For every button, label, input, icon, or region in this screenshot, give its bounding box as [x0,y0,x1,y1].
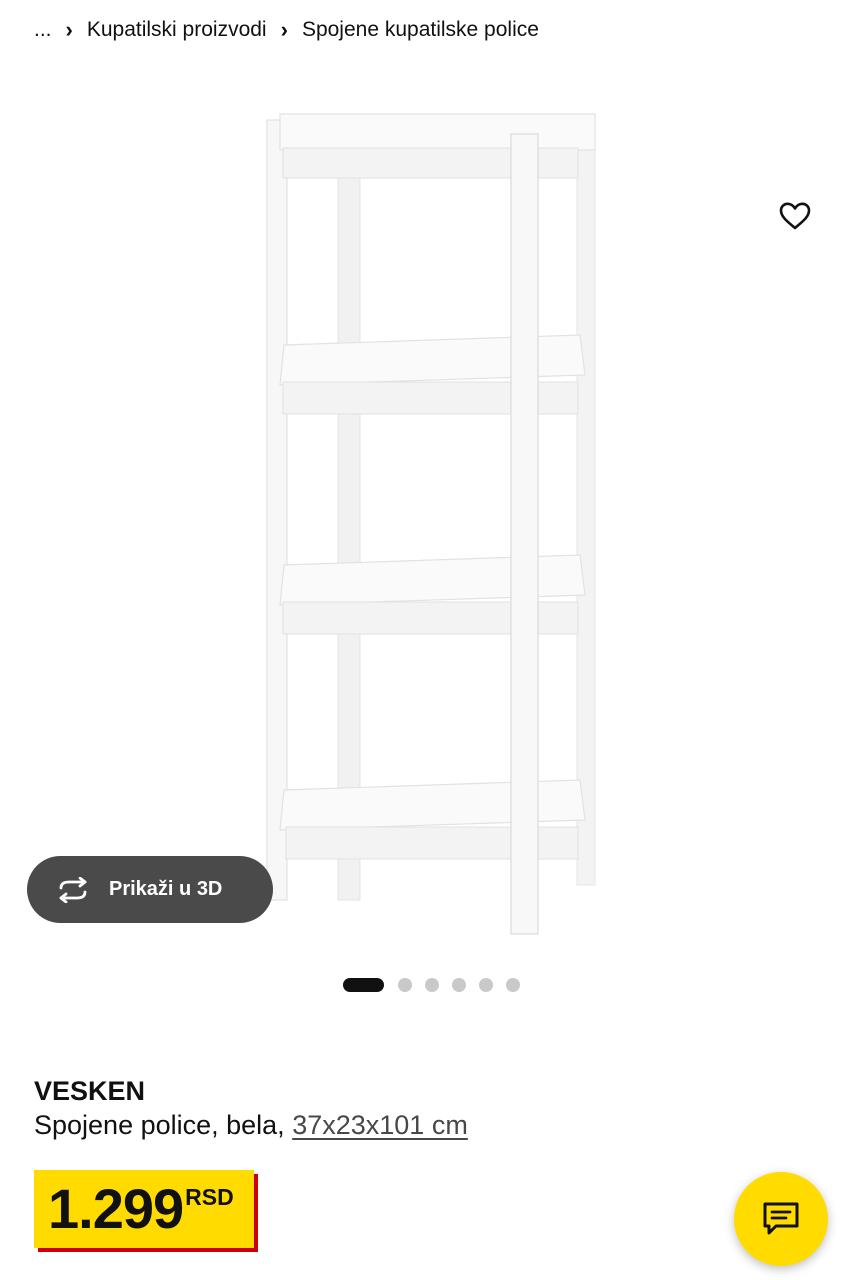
product-name: VESKEN [34,1076,146,1106]
product-dimensions-link[interactable]: 37x23x101 cm [292,1110,468,1140]
gallery-dot[interactable] [452,978,466,992]
breadcrumb-spojene-kupatilske-police[interactable]: Spojene kupatilske police [302,18,539,42]
gallery-dot[interactable] [506,978,520,992]
view-3d-button[interactable]: Prikaži u 3D [27,856,273,923]
product-description: Spojene police, bela, 37x23x101 cm [34,1110,468,1141]
gallery-pagination [343,978,533,992]
gallery-dot-active[interactable] [343,978,384,992]
price-value: 1.299 [48,1177,184,1240]
gallery-dot[interactable] [398,978,412,992]
breadcrumb-kupatilski-proizvodi[interactable]: Kupatilski proizvodi [87,18,267,42]
product-image[interactable] [250,100,620,950]
gallery-dot[interactable] [425,978,439,992]
price-currency: RSD [185,1184,234,1210]
heart-outline-icon [779,202,811,230]
product-description-text: Spojene police, bela, [34,1110,285,1140]
favorite-button[interactable] [772,193,818,239]
rotate-3d-icon [55,875,95,905]
gallery-dot[interactable] [479,978,493,992]
price-tag: 1.299 RSD [34,1170,254,1248]
chevron-right-icon: › [65,17,73,42]
chat-button[interactable] [734,1172,828,1266]
view-3d-label: Prikaži u 3D [109,878,223,900]
breadcrumb-ellipsis[interactable]: ... [34,18,52,42]
chevron-right-icon: › [280,17,288,42]
product-gallery[interactable] [0,60,864,960]
chat-bubble-icon [763,1202,799,1235]
breadcrumb: ... › Kupatilski proizvodi › Spojene kup… [34,14,539,46]
